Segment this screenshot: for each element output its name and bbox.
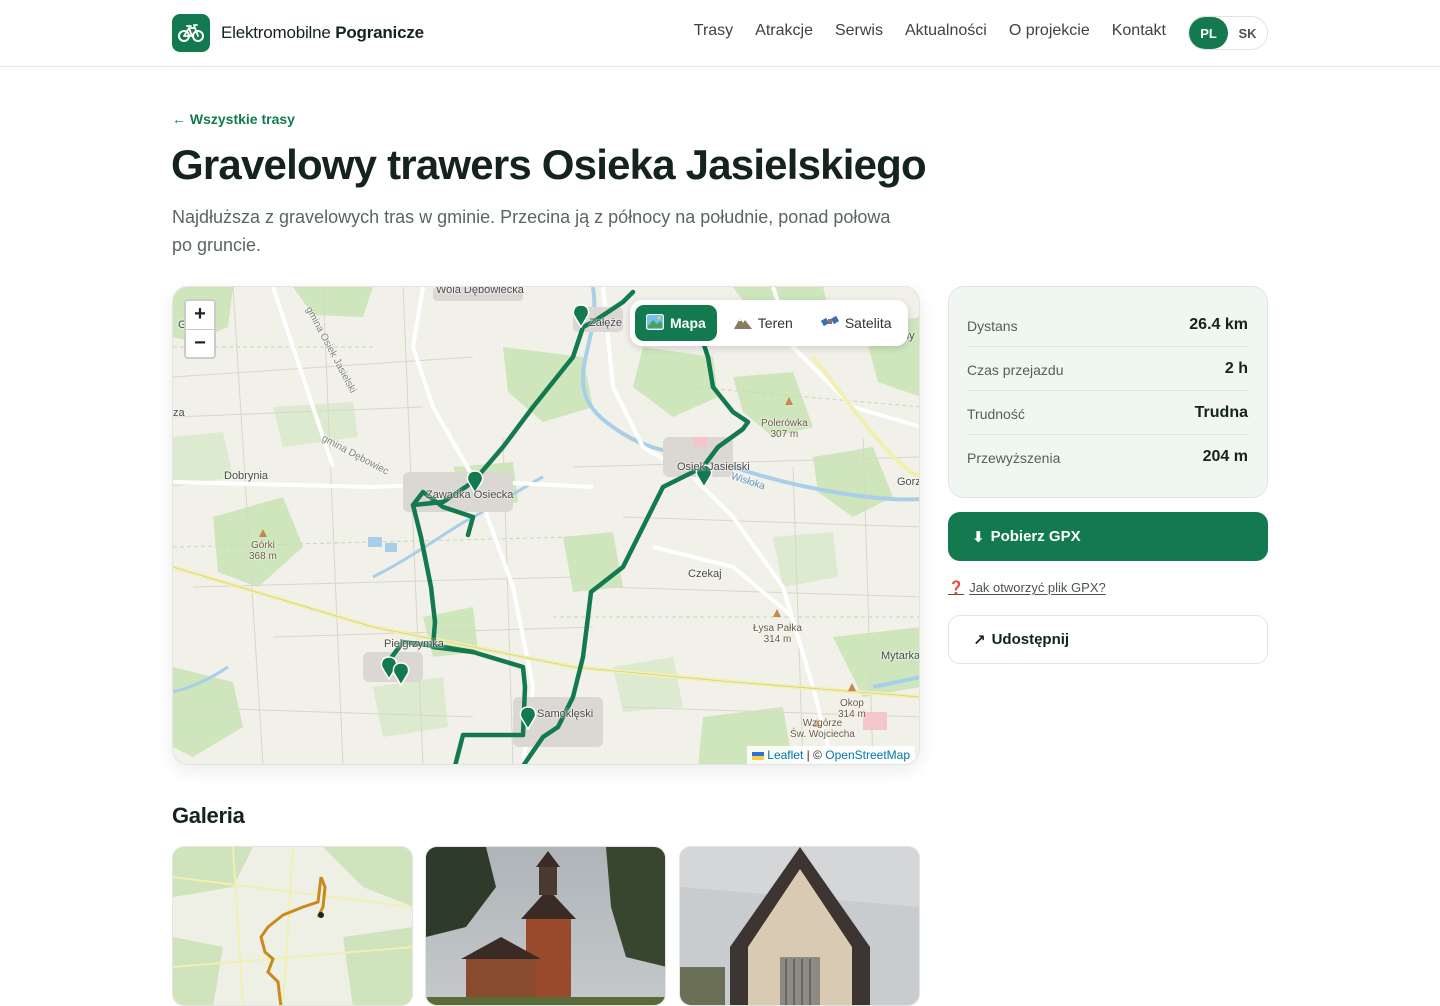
stat-distance: Dystans 26.4 km <box>967 303 1248 347</box>
nav-trasy[interactable]: Trasy <box>694 22 733 40</box>
nav-serwis[interactable]: Serwis <box>835 22 883 40</box>
layer-terrain-button[interactable]: Teren <box>723 305 804 341</box>
layer-switcher: Mapa Teren Satelita <box>630 300 908 346</box>
zoom-control: + − <box>184 299 216 359</box>
stat-time: Czas przejazdu 2 h <box>967 347 1248 391</box>
route-map[interactable]: Wola Dębowiecka Załęże Górka gmina Osiek… <box>172 286 920 765</box>
lang-sk-button[interactable]: SK <box>1228 17 1267 49</box>
map-attribution: Leaflet | © OpenStreetMap <box>746 746 915 764</box>
stat-elevation: Przewyższenia 204 m <box>967 448 1248 466</box>
layer-map-button[interactable]: Mapa <box>635 305 717 341</box>
gallery-image-chapel[interactable] <box>679 846 920 1006</box>
place-samokleski: Samoklęski <box>537 708 594 720</box>
place-zaleze: Załęże <box>589 317 623 329</box>
place-wola-debowiecka: Wola Dębowiecka <box>436 286 524 296</box>
gpx-help-link[interactable]: ❓ Jak otworzyć plik GPX? <box>948 580 1106 596</box>
download-icon: ⬇ <box>972 528 985 546</box>
place-za: za <box>173 407 185 419</box>
ukraine-flag-icon <box>751 751 764 760</box>
place-osiek-jasielski: Osiek Jasielski <box>677 461 750 473</box>
nav-atrakcje[interactable]: Atrakcje <box>755 22 813 40</box>
place-zawadka-osiecka: Zawadka Osiecka <box>426 489 514 501</box>
osm-link[interactable]: OpenStreetMap <box>825 748 910 762</box>
layer-satellite-button[interactable]: Satelita <box>810 305 903 341</box>
back-to-routes-link[interactable]: ← Wszystkie trasy <box>172 111 295 127</box>
leaflet-link[interactable]: Leaflet <box>767 748 803 762</box>
place-mytarka: Mytarka <box>881 650 920 662</box>
place-dobrynia: Dobrynia <box>224 470 269 482</box>
satellite-icon <box>820 314 839 333</box>
route-description: Najdłuższa z gravelowych tras w gminie. … <box>172 207 891 255</box>
download-gpx-button[interactable]: ⬇ Pobierz GPX <box>948 512 1268 561</box>
nav-kontakt[interactable]: Kontakt <box>1112 22 1166 40</box>
map-tiles <box>173 287 919 764</box>
site-header: Elektromobilne Pogranicze Trasy Atrakcje… <box>0 0 1440 67</box>
place-czekaj: Czekaj <box>688 568 722 580</box>
peak-wzgorze: Wzgórze Św. Wojciecha <box>790 718 855 740</box>
gallery-image-church[interactable] <box>425 846 666 1006</box>
language-switcher: PL SK <box>1188 16 1268 50</box>
share-arrow-icon: ↗ <box>973 631 986 649</box>
brand-home-link[interactable]: Elektromobilne Pogranicze <box>172 14 424 52</box>
zoom-in-button[interactable]: + <box>186 301 214 329</box>
mountain-icon <box>733 315 752 332</box>
lang-pl-button[interactable]: PL <box>1189 17 1228 49</box>
page-title: Gravelowy trawers Osieka Jasielskiego <box>171 141 927 188</box>
brand-name: Elektromobilne Pogranicze <box>221 23 424 42</box>
peak-okop: Okop 314 m <box>838 698 866 720</box>
peak-polerowka: Polerówka 307 m <box>761 418 808 440</box>
peak-gorki: Górki 368 m <box>249 540 277 562</box>
share-button[interactable]: ↗ Udostępnij <box>948 615 1268 664</box>
stat-difficulty: Trudność Trudna <box>967 391 1248 435</box>
peak-lysa-palka: Łysa Pałka 314 m <box>753 623 802 645</box>
nav-o-projekcie[interactable]: O projekcie <box>1009 22 1090 40</box>
main-nav: Trasy Atrakcje Serwis Aktualności O proj… <box>694 22 1166 40</box>
place-pielgrzymka: Pielgrzymka <box>384 638 444 650</box>
place-gorz: Gorz <box>897 476 920 488</box>
route-stats: Dystans 26.4 km Czas przejazdu 2 h Trudn… <box>948 286 1268 498</box>
nav-aktualnosci[interactable]: Aktualności <box>905 22 987 40</box>
map-icon <box>646 313 664 333</box>
bicycle-icon <box>172 14 210 52</box>
gallery-title: Galeria <box>172 803 245 828</box>
gallery-image-map[interactable] <box>172 846 413 1006</box>
zoom-out-button[interactable]: − <box>186 328 214 358</box>
question-icon: ❓ <box>948 580 965 595</box>
